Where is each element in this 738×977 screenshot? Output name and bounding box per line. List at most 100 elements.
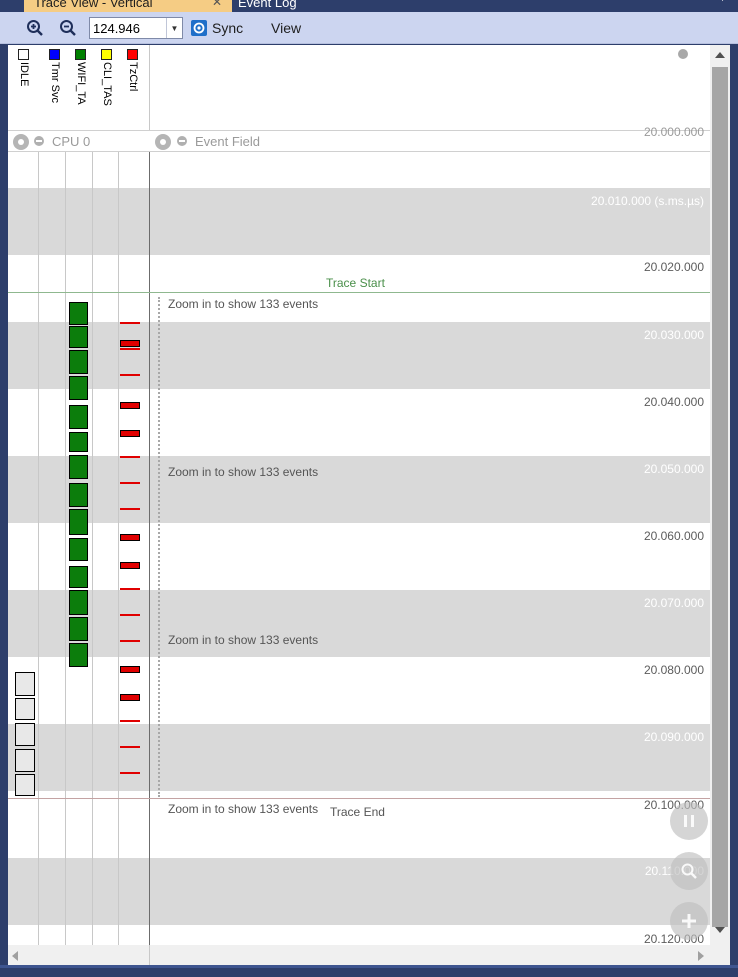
toolbar: ▼ Sync View — [0, 12, 738, 44]
actor-color-swatch — [75, 49, 86, 60]
horizontal-scrollbar[interactable] — [8, 945, 730, 965]
task-execution-block[interactable] — [15, 774, 35, 796]
event-mark — [120, 720, 140, 722]
timestamp-label: 20.070.000 — [643, 596, 704, 610]
actor-label: WIFI_TA — [75, 62, 87, 105]
lane-divider — [38, 152, 39, 945]
search-button[interactable] — [670, 852, 708, 890]
scroll-left-icon[interactable] — [12, 951, 18, 961]
vertical-scrollbar[interactable] — [710, 45, 730, 945]
timestamp-label: 20.060.000 — [643, 529, 704, 543]
actor-tmr-svc[interactable]: Tmr Svc — [41, 48, 67, 128]
task-execution-block[interactable] — [69, 590, 88, 615]
task-execution-block[interactable] — [69, 405, 88, 429]
task-execution-block[interactable] — [69, 350, 88, 374]
collapse-cpu-icon[interactable] — [34, 136, 44, 146]
lane-divider — [118, 152, 119, 945]
scroll-up-icon[interactable] — [715, 52, 725, 58]
collapse-event-field-icon[interactable] — [177, 136, 187, 146]
cpu-event-divider — [149, 152, 150, 945]
plus-icon — [682, 914, 696, 928]
pause-icon — [684, 815, 694, 827]
gear-icon[interactable] — [155, 134, 171, 150]
collapse-icon[interactable] — [678, 49, 688, 59]
pause-button[interactable] — [670, 802, 708, 840]
zoom-level-combobox[interactable]: ▼ — [89, 17, 183, 39]
close-icon[interactable]: ✕ — [212, 0, 222, 12]
actor-wifi-ta[interactable]: WIFI_TA — [67, 48, 93, 128]
scroll-right-icon[interactable] — [698, 951, 704, 961]
scrollbar-thumb[interactable] — [712, 67, 728, 927]
task-execution-block[interactable] — [69, 376, 88, 400]
tab-trace-view-vertical[interactable]: Trace View - Vertical ✕ — [24, 0, 232, 12]
tab-event-log[interactable]: Event Log — [228, 0, 307, 12]
gear-icon[interactable] — [13, 134, 29, 150]
task-execution-block[interactable] — [120, 430, 140, 437]
task-execution-block[interactable] — [15, 749, 35, 772]
tab-label: Trace View - Vertical — [34, 0, 153, 10]
actor-idle[interactable]: IDLE — [10, 48, 36, 128]
task-execution-block[interactable] — [69, 455, 88, 479]
actor-cli-tas[interactable]: CLI_TAS — [93, 48, 119, 128]
event-mark — [120, 588, 140, 590]
scroll-down-icon[interactable] — [715, 927, 725, 933]
event-mark — [120, 640, 140, 642]
event-mark — [120, 482, 140, 484]
zoom-in-button[interactable] — [24, 17, 46, 39]
task-execution-block[interactable] — [120, 562, 140, 569]
task-execution-block[interactable] — [15, 672, 35, 696]
trace-start-line — [8, 292, 710, 293]
view-menu[interactable]: View — [271, 20, 301, 36]
search-icon — [681, 863, 697, 879]
task-execution-block[interactable] — [120, 402, 140, 409]
event-mark — [120, 322, 140, 324]
trace-view-window: Trace View - Vertical ✕ Event Log ▼ — [0, 0, 738, 977]
task-execution-block[interactable] — [69, 483, 88, 507]
sync-label: Sync — [212, 20, 244, 36]
column-divider — [149, 945, 150, 965]
trace-end-label: Trace End — [330, 805, 385, 819]
zoom-in-icon — [27, 20, 43, 36]
actor-color-swatch — [101, 49, 112, 60]
task-execution-block[interactable] — [69, 326, 88, 348]
task-execution-block[interactable] — [120, 666, 140, 673]
zoom-level-input[interactable] — [90, 18, 166, 38]
task-execution-block[interactable] — [69, 643, 88, 667]
task-execution-block[interactable] — [69, 302, 88, 325]
zoom-hint: Zoom in to show 133 events — [168, 802, 319, 816]
event-mark — [120, 374, 140, 376]
event-mark — [120, 614, 140, 616]
trace-end-line — [8, 798, 710, 799]
task-execution-block[interactable] — [120, 340, 140, 347]
actor-label: TzCtrl — [127, 62, 139, 92]
trace-panel: IDLE Tmr Svc WIFI_TA CLI_TAS TzCtrl CPU … — [8, 45, 730, 965]
actor-tzctrl[interactable]: TzCtrl — [119, 48, 145, 128]
task-execution-block[interactable] — [120, 694, 140, 701]
cpu-column-label: CPU 0 — [52, 134, 91, 149]
document-tab-strip: Trace View - Vertical ✕ Event Log ▼ — [0, 0, 738, 12]
trace-start-label: Trace Start — [326, 276, 385, 290]
sync-button[interactable]: Sync — [190, 17, 243, 39]
task-execution-block[interactable] — [15, 723, 35, 746]
add-button[interactable] — [670, 902, 708, 940]
task-execution-block[interactable] — [15, 698, 35, 720]
trace-canvas[interactable]: 20.010.000 (s.ms.µs) 20.020.000 20.030.0… — [8, 152, 710, 945]
task-execution-block[interactable] — [120, 534, 140, 541]
zoom-out-button[interactable] — [57, 17, 79, 39]
task-execution-block[interactable] — [69, 538, 88, 561]
actor-label: CLI_TAS — [101, 62, 113, 106]
tab-menu-chevron-icon[interactable]: ▼ — [717, 0, 728, 4]
chevron-down-icon[interactable]: ▼ — [166, 18, 182, 38]
task-execution-block[interactable] — [69, 617, 88, 641]
zoom-hint: Zoom in to show 133 events — [168, 297, 319, 311]
time-band — [8, 590, 710, 657]
task-execution-block[interactable] — [69, 566, 88, 588]
column-divider — [149, 45, 150, 130]
task-execution-block[interactable] — [69, 509, 88, 535]
event-mark — [120, 772, 140, 774]
sync-icon — [191, 20, 207, 36]
column-subheader: CPU 0 Event Field 20.000.000 — [8, 125, 710, 152]
task-execution-block[interactable] — [69, 432, 88, 452]
window-bottom-border — [0, 965, 738, 977]
timestamp-label: 20.030.000 — [643, 328, 704, 342]
